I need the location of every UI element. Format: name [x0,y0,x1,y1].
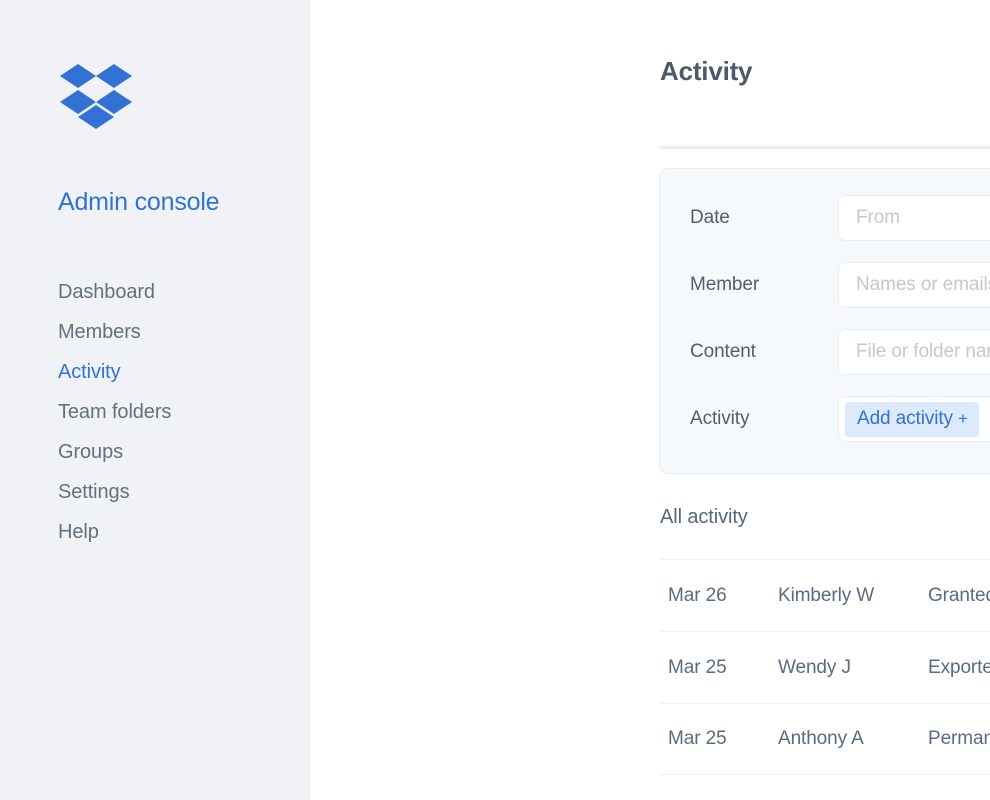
sidebar-item-members[interactable]: Members [58,312,288,352]
cell-member: Wendy J [778,657,928,679]
table-row[interactable]: Mar 25 Anthony A Permanently deleted Fil… [660,703,990,775]
page-title: Activity [660,56,752,87]
sidebar-item-groups[interactable]: Groups [58,432,288,472]
cell-member: Kimberly W [778,585,928,607]
dropbox-logo-icon[interactable] [60,64,132,130]
plus-icon: + [958,409,968,429]
main-content: Activity [310,0,990,800]
cell-member: Anthony A [778,728,928,750]
table-row[interactable]: Mar 26 Kimberly W Granted user access Sh… [660,559,990,631]
cell-action: Exported team docs [928,657,990,679]
filter-row-activity: Activity Add activity + [690,396,990,442]
sidebar-item-dashboard[interactable]: Dashboard [58,272,288,312]
content-input[interactable] [838,329,990,375]
header-divider [660,146,990,149]
cell-date: Mar 25 [668,728,778,750]
activity-input[interactable]: Add activity + [838,396,990,442]
cell-action: Permanently deleted [928,728,990,750]
filter-row-date: Date [690,195,990,241]
table-row[interactable]: Mar 25 Wendy J Exported team docs Report… [660,631,990,703]
cell-action: Granted user access [928,585,990,607]
sidebar-item-settings[interactable]: Settings [58,472,288,512]
admin-console-page: Admin console Dashboard Members Activity… [0,0,990,800]
sidebar-item-team-folders[interactable]: Team folders [58,392,288,432]
sidebar-item-help[interactable]: Help [58,512,288,552]
topbar: Activity [660,0,990,146]
activity-list-header: All activity Create report [660,494,990,540]
date-from-input[interactable] [838,195,990,241]
cell-date: Mar 26 [668,585,778,607]
filter-row-content: Content [690,329,990,375]
brand-admin-console-link[interactable]: Admin console [58,188,219,217]
activity-table: Mar 26 Kimberly W Granted user access Sh… [660,559,990,775]
member-input[interactable] [838,262,990,308]
filter-row-member: Member [690,262,990,308]
filter-label-date: Date [690,207,838,229]
sidebar: Admin console Dashboard Members Activity… [0,0,310,800]
filter-label-activity: Activity [690,408,838,430]
add-activity-chip[interactable]: Add activity + [845,402,979,437]
sidebar-item-activity[interactable]: Activity [58,352,288,392]
activity-list-title: All activity [660,506,748,529]
add-activity-chip-label: Add activity [857,408,953,430]
cell-date: Mar 25 [668,657,778,679]
activity-filter-panel: Date Member Content Activity Add activit… [659,168,990,474]
sidebar-nav: Dashboard Members Activity Team folders … [58,272,288,552]
filter-label-content: Content [690,341,838,363]
filter-label-member: Member [690,274,838,296]
